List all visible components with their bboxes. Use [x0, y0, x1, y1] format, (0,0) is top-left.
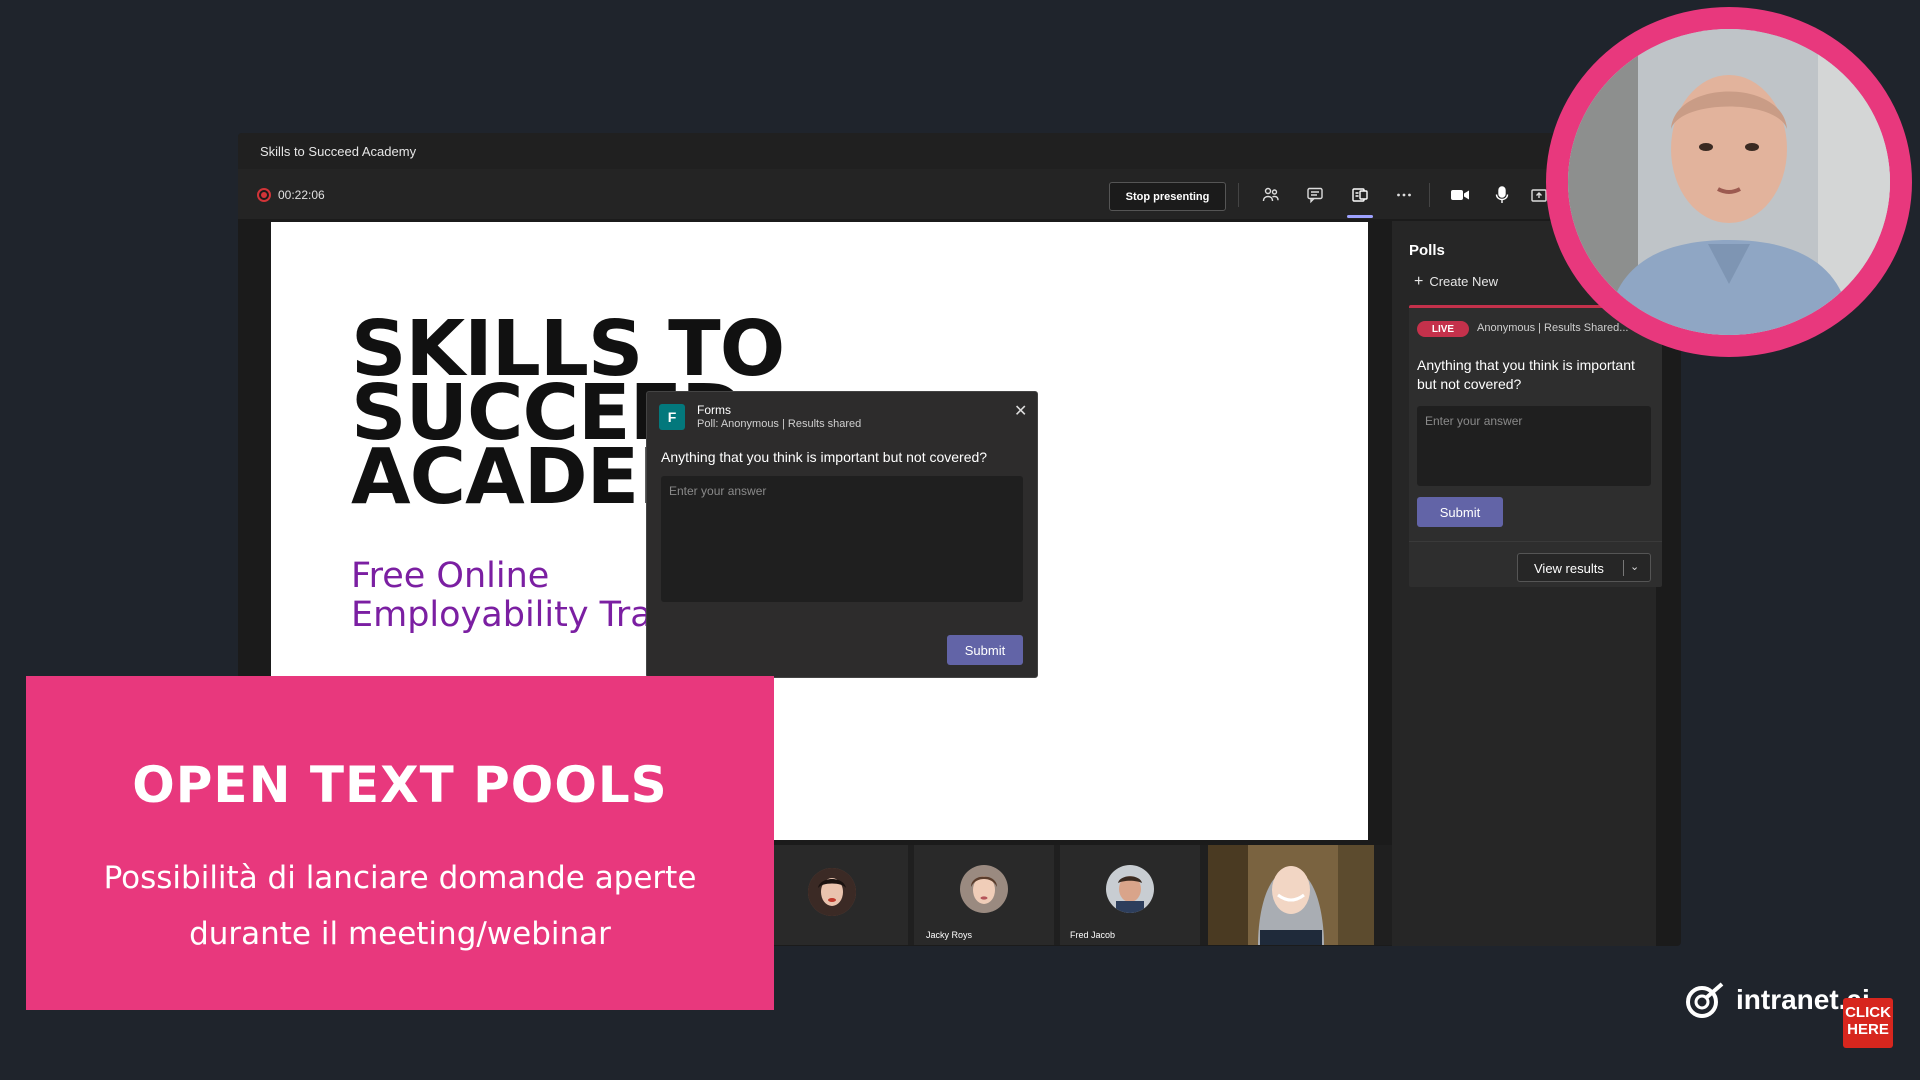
active-tab-indicator	[1347, 215, 1373, 218]
caption-line: Possibilità di lanciare domande aperte	[103, 860, 697, 896]
caption-description: Possibilità di lanciare domande aperte d…	[66, 851, 734, 963]
presenter-video	[1568, 29, 1890, 335]
title-bar: Skills to Succeed Academy	[238, 133, 1681, 169]
forms-answer-input[interactable]: Enter your answer	[661, 476, 1023, 602]
avatar	[808, 868, 856, 916]
forms-submit-button[interactable]: Submit	[947, 635, 1023, 665]
polls-title: Polls	[1409, 242, 1445, 259]
poll-meta: Anonymous | Results Shared...	[1477, 322, 1629, 334]
click-here-button[interactable]: CLICK HERE	[1843, 998, 1893, 1048]
create-new-label: Create New	[1429, 274, 1498, 289]
avatar	[1106, 865, 1154, 913]
forms-app-name: Forms	[697, 403, 731, 417]
participant-strip: Jacky Roys Fred Jacob	[768, 845, 1392, 945]
view-results-button[interactable]: View results ⌄	[1517, 553, 1651, 582]
meeting-toolbar: 00:22:06 Stop presenting	[238, 169, 1681, 219]
window-title: Skills to Succeed Academy	[260, 144, 417, 159]
participant-video-tile[interactable]	[1208, 845, 1374, 945]
click-here-line: CLICK	[1845, 1004, 1891, 1021]
forms-poll-dialog: F Forms Poll: Anonymous | Results shared…	[646, 391, 1038, 678]
chevron-down-icon[interactable]: ⌄	[1630, 560, 1639, 573]
recording-icon	[257, 188, 271, 202]
create-new-poll-button[interactable]: + Create New	[1414, 273, 1498, 291]
toolbar-divider	[1429, 183, 1430, 207]
live-badge: LIVE	[1417, 321, 1469, 337]
participants-icon[interactable]	[1260, 184, 1282, 206]
participant-name: Jacky Roys	[926, 930, 973, 940]
live-poll-card: LIVE Anonymous | Results Shared... Anyth…	[1409, 305, 1662, 587]
apps-icon[interactable]	[1349, 184, 1371, 206]
forms-poll-meta: Poll: Anonymous | Results shared	[697, 418, 862, 430]
poll-submit-button[interactable]: Submit	[1417, 497, 1503, 527]
presenter-webcam	[1546, 7, 1912, 357]
meeting-timer: 00:22:06	[278, 188, 325, 202]
intranet-logo-icon	[1686, 982, 1724, 1018]
divider	[1623, 560, 1624, 576]
toolbar-divider	[1238, 183, 1239, 207]
chat-icon[interactable]	[1304, 184, 1326, 206]
caption-line: durante il meeting/webinar	[189, 915, 611, 952]
mic-icon[interactable]	[1491, 184, 1513, 206]
forms-logo-icon: F	[659, 404, 685, 430]
more-icon[interactable]	[1393, 184, 1415, 206]
caption-overlay: OPEN TEXT POOLS Possibilità di lanciare …	[26, 676, 774, 1010]
forms-question: Anything that you think is important but…	[661, 449, 988, 465]
click-here-line: HERE	[1847, 1020, 1889, 1038]
avatar	[960, 865, 1008, 913]
brand-logo[interactable]: intranet.ai	[1684, 980, 1870, 1020]
stop-presenting-button[interactable]: Stop presenting	[1109, 182, 1226, 211]
polls-panel: Polls + Create New LIVE Anonymous | Resul…	[1392, 221, 1662, 946]
close-icon[interactable]: ✕	[1014, 401, 1027, 421]
participant-name: Fred Jacob	[1070, 930, 1116, 940]
participant-tile[interactable]: Jacky Roys	[914, 845, 1054, 945]
participant-tile[interactable]: Fred Jacob	[1060, 845, 1200, 945]
participant-video	[1208, 845, 1374, 945]
divider	[1409, 541, 1662, 542]
participant-tile[interactable]	[768, 845, 908, 945]
camera-icon[interactable]	[1449, 184, 1471, 206]
view-results-label: View results	[1534, 561, 1604, 576]
poll-answer-input[interactable]: Enter your answer	[1417, 406, 1651, 486]
poll-question: Anything that you think is important but…	[1417, 357, 1635, 392]
caption-title: OPEN TEXT POOLS	[132, 756, 668, 814]
plus-icon: +	[1414, 273, 1424, 290]
